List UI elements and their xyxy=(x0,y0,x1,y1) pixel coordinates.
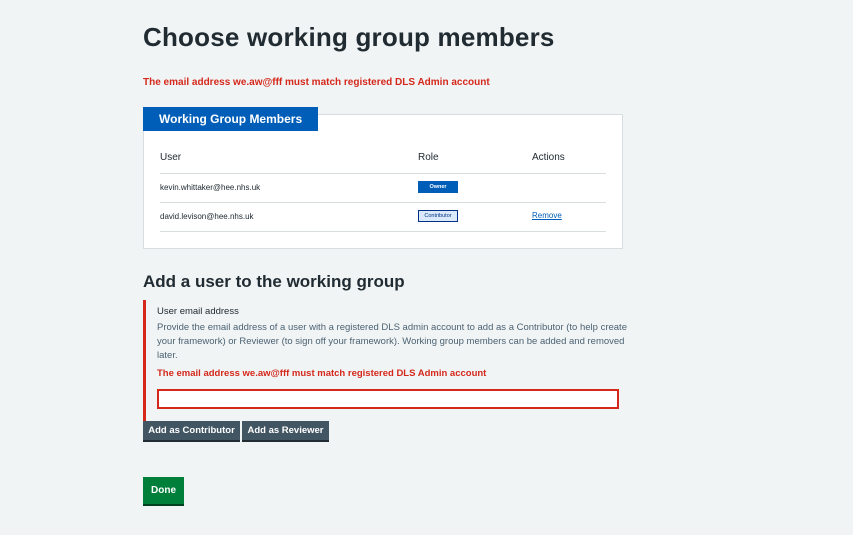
done-button[interactable]: Done xyxy=(143,477,184,504)
role-badge-contributor: Contributor xyxy=(418,210,458,222)
column-header-role: Role xyxy=(418,152,439,163)
add-user-heading: Add a user to the working group xyxy=(143,272,405,291)
email-field-label: User email address xyxy=(157,306,239,317)
email-field-error: The email address we.aw@fff must match r… xyxy=(157,368,487,379)
column-header-user: User xyxy=(160,152,182,163)
member-email: kevin.whittaker@hee.nhs.uk xyxy=(160,183,261,192)
role-badge-owner: Owner xyxy=(418,181,458,193)
add-reviewer-button[interactable]: Add as Reviewer xyxy=(242,421,329,440)
email-field[interactable] xyxy=(157,389,619,409)
error-indicator-bar xyxy=(143,300,146,421)
page-title: Choose working group members xyxy=(143,22,555,52)
add-contributor-button[interactable]: Add as Contributor xyxy=(143,421,240,440)
member-email: david.levison@hee.nhs.uk xyxy=(160,212,254,221)
email-field-hint: Provide the email address of a user with… xyxy=(157,322,627,361)
members-panel-label: Working Group Members xyxy=(143,107,319,131)
row-divider xyxy=(160,231,606,232)
members-panel xyxy=(143,114,623,249)
column-header-actions: Actions xyxy=(532,152,565,163)
row-divider xyxy=(160,202,606,203)
remove-member-link[interactable]: Remove xyxy=(532,211,562,220)
error-message: The email address we.aw@fff must match r… xyxy=(143,77,490,88)
row-divider xyxy=(160,173,606,174)
